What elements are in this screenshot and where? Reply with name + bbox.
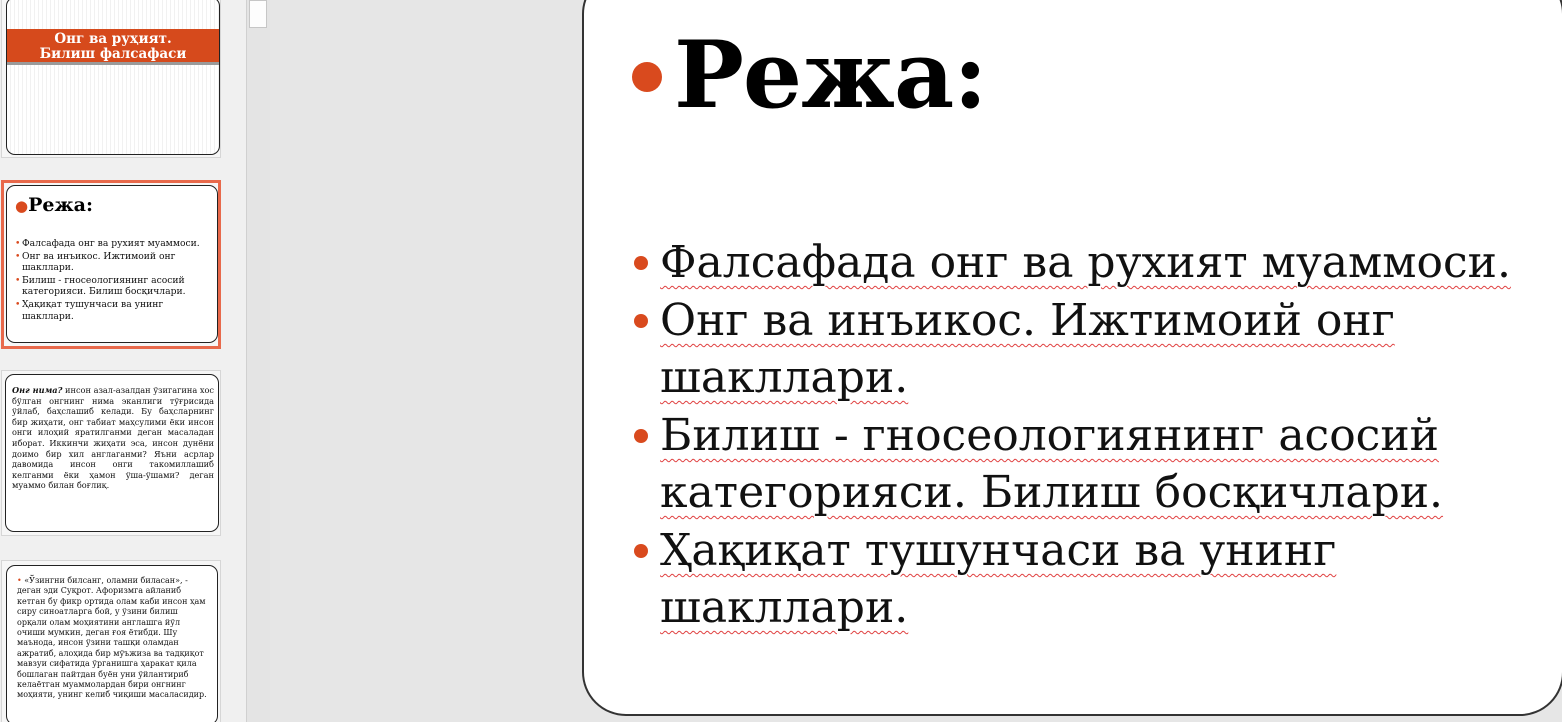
thumbnail-slide-canvas: Онг ва руҳият. Билиш фалсафаси <box>6 0 220 155</box>
bullet-icon <box>634 256 648 270</box>
thumbnail-title-banner: Онг ва руҳият. Билиш фалсафаси <box>7 29 219 65</box>
bullet-icon <box>634 544 648 558</box>
thumbnail-slide-canvas: • «Ўзингни билсанг, оламни биласан», - д… <box>6 565 218 722</box>
thumbnail-paragraph: • «Ўзингни билсанг, оламни биласан», - д… <box>17 576 207 700</box>
thumbnail-scrollbar[interactable] <box>246 0 270 722</box>
bullet-icon <box>634 314 648 328</box>
list-item: Фалсафада онг ва рухият муаммоси. <box>15 238 211 250</box>
thumbnail-bullet-list: Фалсафада онг ва рухият муаммоси. Онг ва… <box>15 238 211 323</box>
scrollbar-thumb[interactable] <box>249 0 267 28</box>
bullet-icon: ● <box>15 197 29 215</box>
list-item[interactable]: Билиш - гносеологиянинг асосий категория… <box>632 407 1512 521</box>
slide-title-text: Режа: <box>674 20 988 129</box>
thumbnail-paragraph: Онг нима? инсон азал-азалдан ўзигагина х… <box>12 385 214 491</box>
slide-thumbnail-4[interactable]: • «Ўзингни билсанг, оламни биласан», - д… <box>1 560 221 722</box>
thumbnail-slide-canvas: Онг нима? инсон азал-азалдан ўзигагина х… <box>5 374 219 532</box>
list-item: Ҳақиқат тушунчаси ва унинг шакллари. <box>15 299 211 322</box>
list-item[interactable]: Онг ва инъикос. Ижтимоий онг шакллари. <box>632 292 1512 406</box>
slide-bullet-list[interactable]: Фалсафада онг ва рухият муаммоси. Онг ва… <box>632 234 1512 637</box>
list-item: Билиш - гносеологиянинг асосий категория… <box>15 275 211 298</box>
slide-thumbnail-2[interactable]: ●Режа: Фалсафада онг ва рухият муаммоси.… <box>1 180 221 349</box>
banner-line-1: Онг ва руҳият. <box>54 31 172 47</box>
slide-thumbnail-pane[interactable]: Онг ва руҳият. Билиш фалсафаси ●Режа: Фа… <box>0 0 246 722</box>
list-item-text: Онг ва инъикос. Ижтимоий онг шакллари. <box>660 295 1395 403</box>
thumbnail-title: ●Режа: <box>15 194 93 216</box>
bullet-icon <box>632 61 662 92</box>
slide-title[interactable]: Режа: <box>632 28 988 121</box>
thumbnail-slide-canvas: ●Режа: Фалсафада онг ва рухият муаммоси.… <box>6 185 218 343</box>
slide-thumbnail-3[interactable]: Онг нима? инсон азал-азалдан ўзигагина х… <box>1 370 221 536</box>
slide-thumbnail-1[interactable]: Онг ва руҳият. Билиш фалсафаси <box>1 0 221 158</box>
main-slide-canvas[interactable]: Режа: Фалсафада онг ва рухият муаммоси. … <box>582 0 1562 716</box>
list-item-text: Ҳақиқат тушунчаси ва унинг шакллари. <box>660 525 1337 633</box>
list-item-text: Билиш - гносеологиянинг асосий категория… <box>660 410 1444 518</box>
list-item: Онг ва инъикос. Ижтимоий онг шакллари. <box>15 251 211 274</box>
list-item[interactable]: Фалсафада онг ва рухият муаммоси. <box>632 234 1512 291</box>
list-item-text: Фалсафада онг ва рухият муаммоси. <box>660 237 1511 288</box>
thumbnail-lead: Онг нима? <box>12 385 63 395</box>
list-item[interactable]: Ҳақиқат тушунчаси ва унинг шакллари. <box>632 522 1512 636</box>
banner-line-2: Билиш фалсафаси <box>39 46 187 62</box>
bullet-icon <box>634 429 648 443</box>
